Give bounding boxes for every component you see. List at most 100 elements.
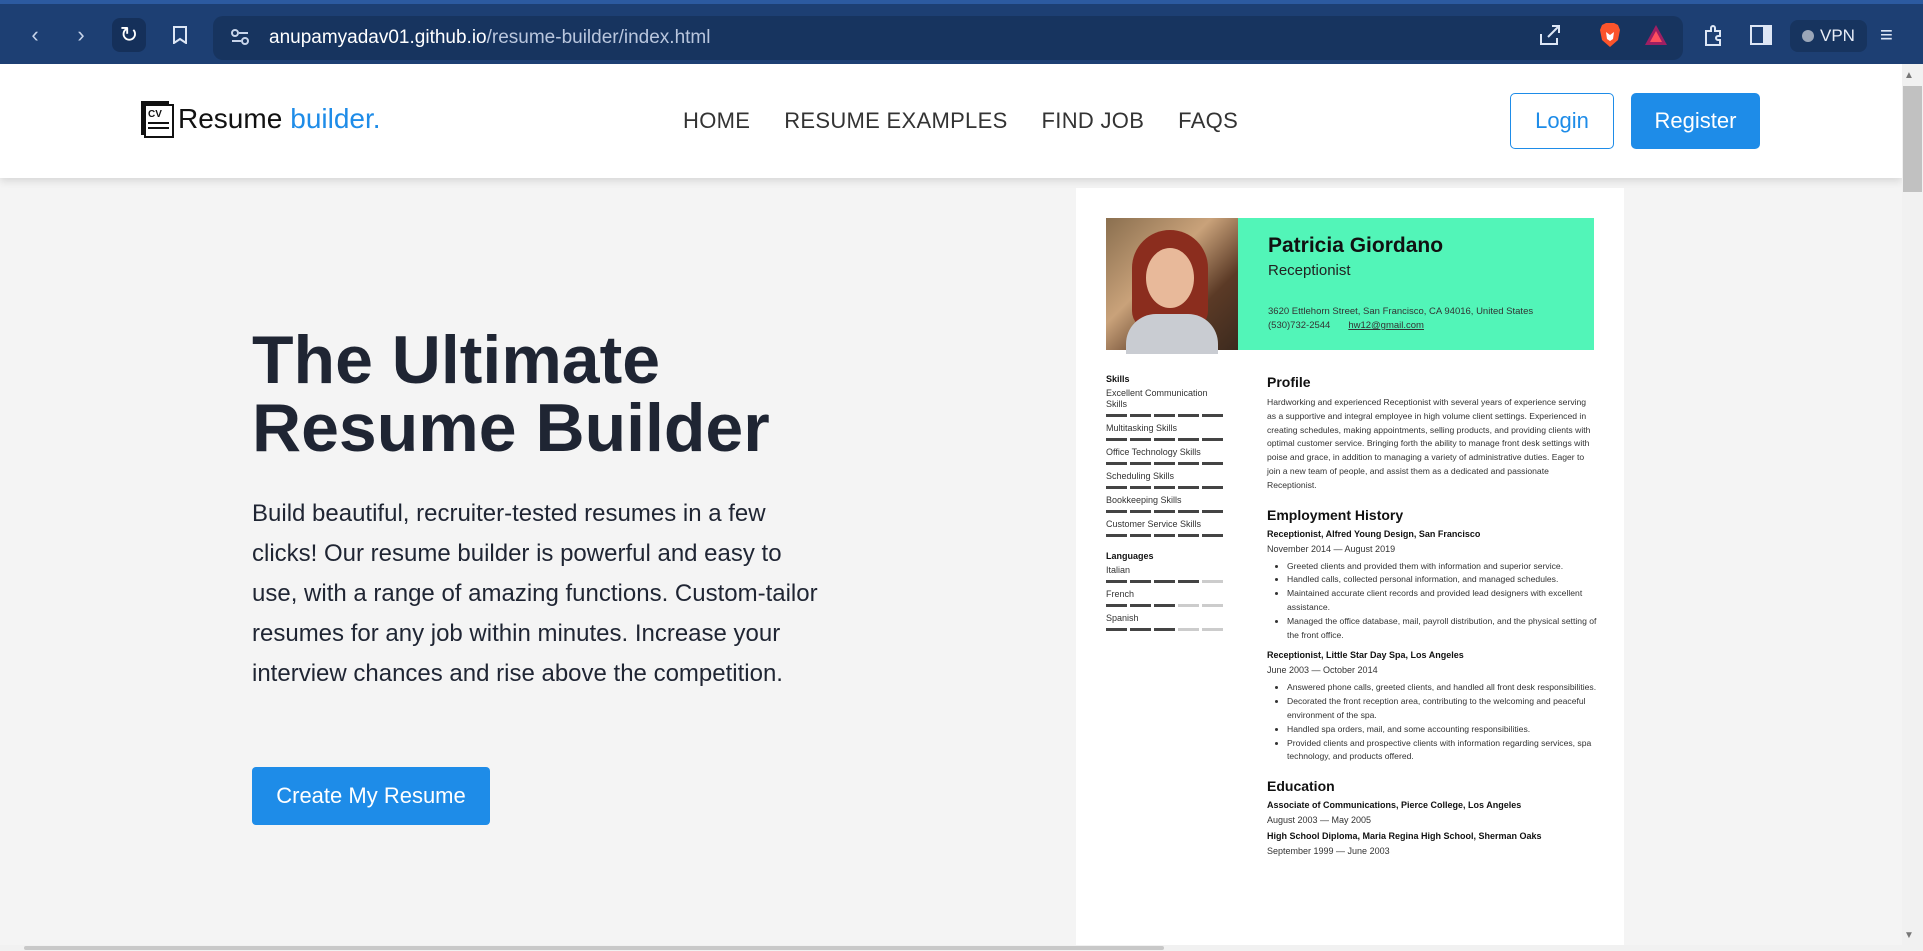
menu-icon[interactable]: ≡ <box>1880 18 1893 52</box>
education-dates: August 2003 — May 2005 <box>1267 815 1372 826</box>
skill-level-bar <box>1106 486 1224 489</box>
nav-find-job[interactable]: FIND JOB <box>1042 108 1145 134</box>
skill-name: Excellent Communication Skills <box>1106 388 1208 409</box>
skill-name: Bookkeeping Skills <box>1106 495 1182 505</box>
job-bullet: Handled calls, collected personal inform… <box>1287 573 1597 587</box>
vpn-label: VPN <box>1820 26 1855 45</box>
resume-contact: (530)732-2544 hw12@gmail.com <box>1268 320 1424 331</box>
skill-level-bar <box>1106 414 1224 417</box>
resume-main: Profile Hardworking and experienced Rece… <box>1267 374 1597 862</box>
job-dates: November 2014 — August 2019 <box>1267 543 1396 554</box>
scroll-down-icon[interactable]: ▼ <box>1904 930 1914 941</box>
skill-name: Scheduling Skills <box>1106 471 1175 481</box>
address-bar[interactable]: anupamyadav01.github.io/resume-builder/i… <box>213 16 1683 60</box>
skill-name: Multitasking Skills <box>1106 423 1178 433</box>
skill-item: Bookkeeping Skills <box>1106 495 1224 513</box>
reload-icon[interactable]: ↻ <box>112 18 146 52</box>
education-title: High School Diploma, Maria Regina High S… <box>1267 831 1542 842</box>
language-level-bar <box>1106 628 1224 631</box>
url-path: /resume-builder/index.html <box>486 27 711 48</box>
extensions-icon[interactable] <box>1702 18 1726 52</box>
main-nav: HOME RESUME EXAMPLES FIND JOB FAQS <box>683 108 1238 134</box>
education-title: Associate of Communications, Pierce Coll… <box>1267 800 1522 811</box>
nav-resume-examples[interactable]: RESUME EXAMPLES <box>784 108 1007 134</box>
hero-title: The Ultimate Resume Builder <box>252 322 770 466</box>
scroll-up-icon[interactable]: ▲ <box>1904 70 1914 81</box>
skills-heading: Skills <box>1106 374 1130 384</box>
education-dates: September 1999 — June 2003 <box>1267 846 1390 857</box>
site-logo[interactable]: CV Resume builder. <box>140 100 381 138</box>
back-icon[interactable]: ‹ <box>18 18 52 52</box>
skills-list: Excellent Communication Skills Multitaski… <box>1106 388 1224 537</box>
vpn-button[interactable]: VPN <box>1790 20 1867 52</box>
login-button[interactable]: Login <box>1510 93 1614 149</box>
hero-description: Build beautiful, recruiter-tested resume… <box>252 500 818 687</box>
url-host: anupamyadav01.github.io <box>269 27 487 48</box>
resume-role: Receptionist <box>1268 262 1351 279</box>
employment-heading: Employment History <box>1267 506 1404 523</box>
skill-level-bar <box>1106 510 1224 513</box>
sidebar-icon[interactable] <box>1750 18 1772 52</box>
skill-item: Excellent Communication Skills <box>1106 388 1224 417</box>
language-level-bar <box>1106 580 1224 583</box>
employment-list: Receptionist, Alfred Young Design, San F… <box>1267 529 1597 765</box>
nav-faqs[interactable]: FAQS <box>1178 108 1238 134</box>
languages-heading: Languages <box>1106 551 1154 561</box>
vertical-scrollbar[interactable] <box>1902 64 1923 951</box>
job-bullet: Greeted clients and provided them with i… <box>1287 560 1597 574</box>
profile-photo <box>1106 218 1238 354</box>
browser-toolbar: ‹ › ↻ anupamyadav01.github.io/resume-bui… <box>0 0 1923 64</box>
bookmark-icon[interactable] <box>163 18 197 52</box>
profile-heading: Profile <box>1267 374 1311 390</box>
brave-rewards-icon[interactable] <box>1643 18 1669 52</box>
language-item: Spanish <box>1106 613 1224 631</box>
skill-name: Office Technology Skills <box>1106 447 1201 457</box>
register-button[interactable]: Register <box>1631 93 1760 149</box>
skill-level-bar <box>1106 438 1224 441</box>
skill-level-bar <box>1106 462 1224 465</box>
scrollbar-thumb[interactable] <box>1903 86 1922 192</box>
job-bullet: Decorated the front reception area, cont… <box>1287 695 1597 723</box>
education-list: Associate of Communications, Pierce Coll… <box>1267 800 1597 856</box>
skill-item: Scheduling Skills <box>1106 471 1224 489</box>
site-settings-icon[interactable] <box>229 26 251 48</box>
job-bullets: Answered phone calls, greeted clients, a… <box>1267 681 1597 764</box>
skill-item: Multitasking Skills <box>1106 423 1224 441</box>
resume-email: hw12@gmail.com <box>1348 320 1424 331</box>
language-item: French <box>1106 589 1224 607</box>
share-icon[interactable] <box>1538 18 1562 52</box>
skill-item: Customer Service Skills <box>1106 519 1224 537</box>
site-header: CV Resume builder. HOME RESUME EXAMPLES … <box>0 64 1902 178</box>
language-item: Italian <box>1106 565 1224 583</box>
job-bullet: Handled spa orders, mail, and some accou… <box>1287 723 1597 737</box>
webpage: CV Resume builder. HOME RESUME EXAMPLES … <box>0 64 1902 951</box>
job-title: Receptionist, Alfred Young Design, San F… <box>1267 528 1481 539</box>
resume-header: Patricia Giordano Receptionist 3620 Ettl… <box>1106 218 1594 354</box>
nav-home[interactable]: HOME <box>683 108 750 134</box>
profile-text: Hardworking and experienced Receptionist… <box>1267 397 1591 490</box>
resume-name: Patricia Giordano <box>1268 234 1444 257</box>
resume-address: 3620 Ettlehorn Street, San Francisco, CA… <box>1268 306 1534 317</box>
job-bullets: Greeted clients and provided them with i… <box>1267 560 1597 643</box>
language-level-bar <box>1106 604 1224 607</box>
job-bullet: Maintained accurate client records and p… <box>1287 587 1597 615</box>
job-title: Receptionist, Little Star Day Spa, Los A… <box>1267 650 1464 661</box>
brave-shields-icon[interactable] <box>1598 18 1622 52</box>
language-name: French <box>1106 589 1135 599</box>
skill-level-bar <box>1106 534 1224 537</box>
resume-phone: (530)732-2544 <box>1268 320 1331 331</box>
skill-item: Office Technology Skills <box>1106 447 1224 465</box>
horizontal-scrollbar-thumb[interactable] <box>24 946 1164 950</box>
language-name: Italian <box>1106 565 1131 575</box>
job-bullet: Provided clients and prospective clients… <box>1287 737 1597 765</box>
education-heading: Education <box>1267 778 1335 795</box>
languages-list: Italian French Spanish <box>1106 565 1224 631</box>
resume-preview: Patricia Giordano Receptionist 3620 Ettl… <box>1076 188 1624 951</box>
cv-logo-icon: CV <box>141 101 174 138</box>
create-resume-button[interactable]: Create My Resume <box>252 767 490 825</box>
resume-sidebar: Skills Excellent Communication Skills Mul… <box>1106 374 1224 637</box>
logo-text: Resume <box>178 103 283 134</box>
logo-accent-text: builder. <box>290 103 381 134</box>
forward-icon[interactable]: › <box>64 18 98 52</box>
job-dates: June 2003 — October 2014 <box>1267 665 1378 676</box>
